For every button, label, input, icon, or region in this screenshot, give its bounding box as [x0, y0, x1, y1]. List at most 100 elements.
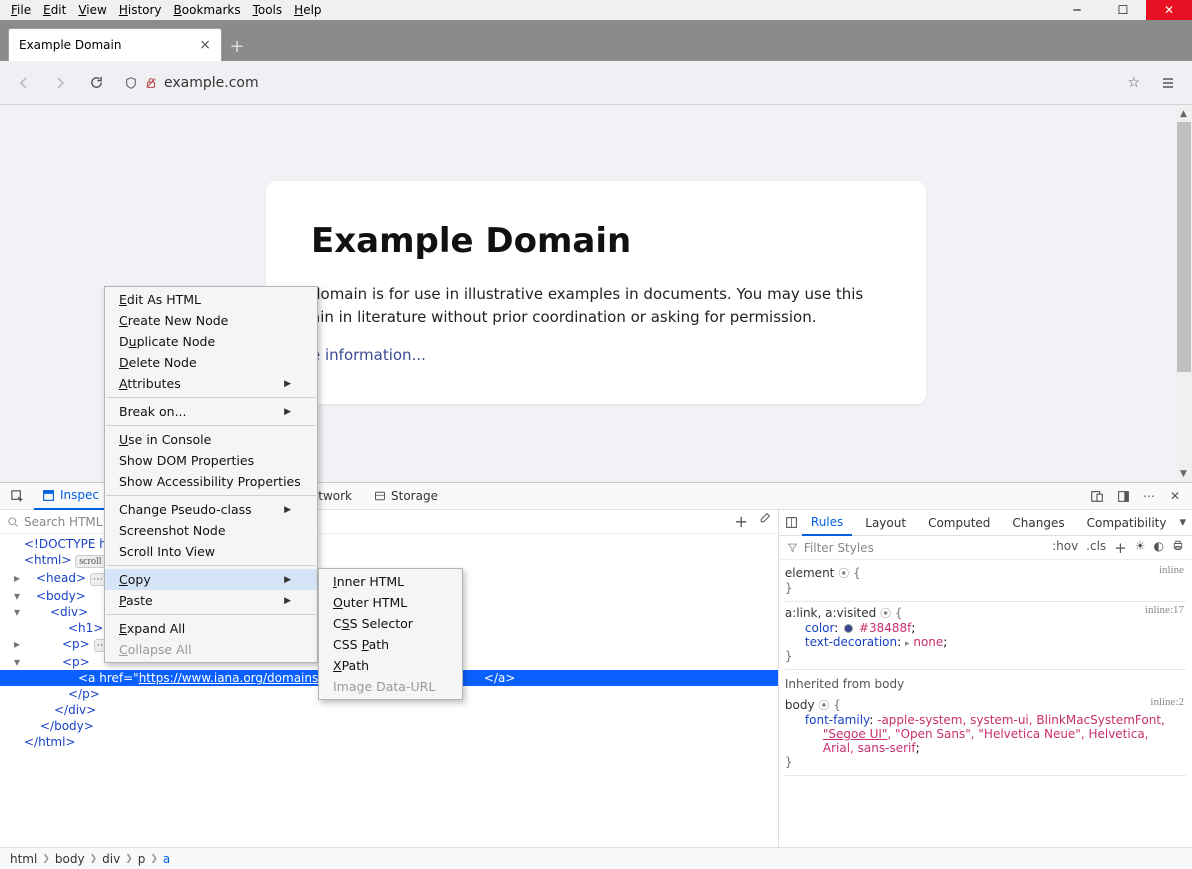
inherited-separator: Inherited from body: [785, 674, 1186, 694]
menu-help[interactable]: Help: [289, 2, 326, 18]
menu-item: Image Data-URL: [319, 676, 462, 697]
css-rules: inline element ⦿ { } inline:17 a:link, a…: [779, 560, 1192, 778]
crumb-p[interactable]: p: [138, 852, 146, 866]
menu-item[interactable]: CSS Selector: [319, 613, 462, 634]
filter-styles-input[interactable]: Filter Styles: [804, 541, 874, 555]
tab-inspector[interactable]: Inspec: [34, 482, 107, 510]
browser-tab[interactable]: Example Domain ×: [8, 28, 222, 61]
page-paragraph: domain is for use in illustrative exampl…: [311, 283, 881, 328]
menu-item[interactable]: Create New Node: [105, 310, 317, 331]
dark-scheme-icon[interactable]: ◐: [1154, 539, 1164, 557]
tab-storage[interactable]: Storage: [366, 482, 446, 510]
window-controls: ─ ☐ ✕: [1054, 0, 1192, 20]
eyedropper-icon[interactable]: [758, 512, 771, 531]
filter-styles-row: Filter Styles :hov .cls + ☀ ◐: [779, 536, 1192, 560]
menu-item[interactable]: Edit As HTML: [105, 289, 317, 310]
devtools-close-icon[interactable]: ✕: [1164, 489, 1186, 503]
tab-close-icon[interactable]: ×: [199, 37, 211, 53]
menu-item[interactable]: Copy▶: [105, 569, 317, 590]
menu-item[interactable]: Change Pseudo-class▶: [105, 499, 317, 520]
menu-item[interactable]: Break on...▶: [105, 401, 317, 422]
subtab-computed[interactable]: Computed: [919, 510, 999, 536]
rules-panel: Rules Layout Computed Changes Compatibil…: [779, 510, 1192, 847]
page-heading: Example Domain: [311, 221, 881, 261]
menu-item[interactable]: Inner HTML: [319, 571, 462, 592]
more-info-link[interactable]: e information...: [311, 346, 426, 364]
new-tab-button[interactable]: +: [222, 31, 252, 61]
hov-toggle[interactable]: :hov: [1052, 539, 1078, 557]
menu-edit[interactable]: Edit: [38, 2, 71, 18]
add-rule-icon[interactable]: +: [1114, 539, 1127, 557]
window-menubar: FileEditViewHistoryBookmarksToolsHelp: [0, 0, 1192, 20]
responsive-mode-icon[interactable]: [1086, 489, 1108, 503]
menu-item[interactable]: Screenshot Node: [105, 520, 317, 541]
menu-bookmarks[interactable]: Bookmarks: [169, 2, 246, 18]
menu-item[interactable]: Outer HTML: [319, 592, 462, 613]
subtab-changes[interactable]: Changes: [1003, 510, 1073, 536]
color-swatch-icon[interactable]: [844, 624, 853, 633]
crumb-div[interactable]: div: [102, 852, 120, 866]
menu-file[interactable]: File: [6, 2, 36, 18]
menu-item: Collapse All: [105, 639, 317, 660]
devtools-menu-icon[interactable]: ⋯: [1138, 489, 1160, 503]
dock-side-icon[interactable]: [1112, 489, 1134, 503]
layout-pane-icon[interactable]: [785, 516, 798, 529]
search-icon: [7, 516, 19, 528]
crumb-body[interactable]: body: [55, 852, 85, 866]
menu-item[interactable]: Show Accessibility Properties: [105, 471, 317, 492]
back-button[interactable]: [8, 68, 40, 98]
menu-item[interactable]: Duplicate Node: [105, 331, 317, 352]
content-card: Example Domain domain is for use in illu…: [266, 181, 926, 404]
print-media-icon[interactable]: [1172, 539, 1184, 557]
crumb-html[interactable]: html: [10, 852, 37, 866]
reload-button[interactable]: [80, 68, 112, 98]
forward-button[interactable]: [44, 68, 76, 98]
lock-slash-icon: [144, 76, 158, 90]
address-bar[interactable]: example.com ☆: [116, 68, 1148, 98]
minimize-button[interactable]: ─: [1054, 0, 1100, 20]
bookmark-star-icon[interactable]: ☆: [1127, 75, 1140, 91]
scrollbar[interactable]: ▲ ▼: [1175, 105, 1192, 482]
crumb-a[interactable]: a: [163, 852, 170, 866]
menu-tools[interactable]: Tools: [248, 2, 288, 18]
rule-link-visited[interactable]: inline:17 a:link, a:visited ⦿ { color: #…: [785, 602, 1186, 670]
menu-item[interactable]: Attributes▶: [105, 373, 317, 394]
subtab-rules[interactable]: Rules: [802, 510, 852, 536]
scroll-up-icon[interactable]: ▲: [1180, 105, 1187, 122]
menu-item[interactable]: XPath: [319, 655, 462, 676]
menu-item[interactable]: Delete Node: [105, 352, 317, 373]
subtab-compat[interactable]: Compatibility: [1078, 510, 1176, 536]
shield-icon: [124, 76, 138, 90]
close-window-button[interactable]: ✕: [1146, 0, 1192, 20]
cls-toggle[interactable]: .cls: [1086, 539, 1106, 557]
rule-body[interactable]: inline:2 body ⦿ { font-family: -apple-sy…: [785, 694, 1186, 776]
scroll-down-icon[interactable]: ▼: [1180, 465, 1187, 482]
tab-strip: Example Domain × +: [0, 20, 1192, 61]
menu-view[interactable]: View: [73, 2, 111, 18]
pick-element-icon[interactable]: [6, 489, 28, 504]
search-html-input[interactable]: Search HTML: [24, 515, 102, 529]
context-submenu-copy[interactable]: Inner HTMLOuter HTMLCSS SelectorCSS Path…: [318, 568, 463, 700]
storage-icon: [374, 490, 386, 502]
menu-item[interactable]: Show DOM Properties: [105, 450, 317, 471]
menu-item[interactable]: Scroll Into View: [105, 541, 317, 562]
funnel-icon: [787, 542, 798, 553]
app-menu-button[interactable]: [1152, 68, 1184, 98]
maximize-button[interactable]: ☐: [1100, 0, 1146, 20]
subtab-layout[interactable]: Layout: [856, 510, 915, 536]
url-text: example.com: [164, 75, 259, 91]
scroll-thumb[interactable]: [1177, 122, 1191, 372]
rule-element[interactable]: inline element ⦿ { }: [785, 562, 1186, 602]
navigation-toolbar: example.com ☆: [0, 61, 1192, 105]
menu-history[interactable]: History: [114, 2, 167, 18]
menu-item[interactable]: Use in Console: [105, 429, 317, 450]
menu-item[interactable]: CSS Path: [319, 634, 462, 655]
context-menu[interactable]: Edit As HTMLCreate New NodeDuplicate Nod…: [104, 286, 318, 663]
menu-item[interactable]: Paste▶: [105, 590, 317, 611]
menu-item[interactable]: Expand All: [105, 618, 317, 639]
light-scheme-icon[interactable]: ☀: [1135, 539, 1146, 557]
add-node-icon[interactable]: +: [734, 512, 747, 531]
subtabs-overflow-icon[interactable]: ▾: [1179, 515, 1186, 530]
dom-breadcrumb[interactable]: html❯body❯div❯p❯a: [0, 847, 1192, 869]
rules-subtabs: Rules Layout Computed Changes Compatibil…: [779, 510, 1192, 536]
